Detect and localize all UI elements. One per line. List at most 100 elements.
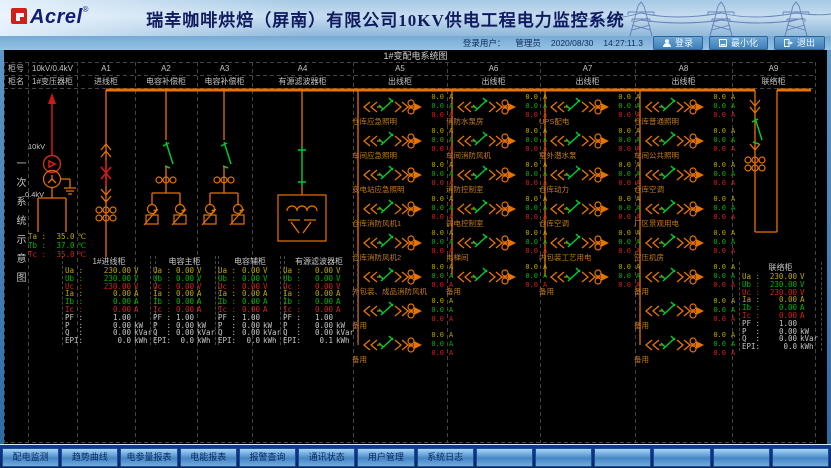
row-header: 柜号 (4, 62, 28, 75)
feeder-label: 变电站应急照明 (352, 184, 405, 195)
nav-button-2[interactable]: 趋势曲线 (61, 448, 118, 467)
feeder-current-b: 0.0A (426, 340, 453, 349)
feeder-current-a: 0.0A (520, 263, 547, 272)
feeder-current-a: 0.0A (708, 161, 735, 170)
panel-row: EPI:0.0kWh (153, 337, 216, 345)
feeder-current-a: 0.0A (613, 161, 640, 170)
feeder-branch (640, 332, 706, 358)
col-id-transformer: 10kV/0.4kV (28, 62, 77, 75)
app-title: 瑞幸咖啡烘焙（屏南）有限公司10KV供电工程电力监控系统 (0, 6, 771, 31)
measure-panel: 1#进线柜Ua :230.00VUb :230.00VUc :230.00VIa… (62, 256, 156, 345)
nav-button-empty[interactable] (653, 448, 710, 467)
minimize-button-label: 最小化 (731, 37, 758, 49)
transformer-temps: Ta : 35.0℃Tb : 37.0℃Tc : 35.0℃ (28, 232, 86, 259)
feeder-branch (545, 264, 611, 290)
feeder-label: 仓库普通照明 (634, 116, 679, 127)
col-name: 1#变压器柜 (28, 75, 77, 88)
nav-button-6[interactable]: 通讯状态 (298, 448, 355, 467)
time-text: 14:27:11.3 (603, 38, 643, 48)
exit-icon (784, 39, 793, 47)
bottom-navbar: 配电监测趋势曲线电参量报表电能报表报警查询通讯状态用户管理系统日志 (0, 444, 831, 468)
nav-button-empty[interactable] (713, 448, 770, 467)
login-user-value: 管理员 (515, 37, 541, 49)
feeder-label: 仓库消防风机1 (352, 218, 401, 229)
feeder-current-c: 0.0A (708, 315, 735, 324)
nav-button-empty[interactable] (594, 448, 651, 467)
feeder-current-c: 0.0A (708, 213, 735, 222)
feeder-branch-icon (358, 332, 424, 358)
login-button-label: 登录 (675, 37, 693, 49)
feeder-current-b: 0.0A (426, 170, 453, 179)
date-text: 2020/08/30 (551, 38, 594, 48)
feeder-label: 厂区景观用电 (634, 218, 679, 229)
nav-button-4[interactable]: 电能报表 (180, 448, 237, 467)
feeder-label: 室外潜水泵 (539, 150, 577, 161)
col-name: 联络柜 (732, 75, 815, 88)
feeder-branch (640, 264, 706, 290)
feeder-label: 备用 (634, 320, 649, 331)
feeder-branch-icon (452, 264, 518, 290)
nav-button-5[interactable]: 报警查询 (239, 448, 296, 467)
feeder-label: 电梯间 (446, 252, 469, 263)
nav-button-empty[interactable] (772, 448, 829, 467)
feeder-label: 仓库空调 (634, 184, 664, 195)
minimize-button[interactable]: 最小化 (709, 36, 768, 50)
measure-panel: 联络柜Ua :230.00VUb :230.00VUc :230.00VIa :… (739, 262, 822, 351)
feeder-label: 车间应急照明 (352, 150, 397, 161)
login-button[interactable]: 登录 (653, 36, 703, 50)
feeder-current-a: 0.0A (708, 263, 735, 272)
feeder-current-c: 0.0A (708, 145, 735, 154)
nav-button-7[interactable]: 用户管理 (357, 448, 414, 467)
feeder-current-c: 0.0A (426, 315, 453, 324)
page-title: 1#变配电系统图 (0, 50, 831, 62)
feeder-label: 消防水泵房 (446, 116, 484, 127)
feeder-current-a: 0.0A (520, 161, 547, 170)
feeder-current-a: 0.0A (708, 297, 735, 306)
feeder-current-b: 0.0A (708, 170, 735, 179)
nav-button-8[interactable]: 系统日志 (417, 448, 474, 467)
feeder-label: 仓库应急照明 (352, 116, 397, 127)
panel-row: EPI:0.0kWh (742, 343, 819, 351)
feeder-current-b: 0.0A (520, 170, 547, 179)
feeder-current-c: 0.0A (708, 281, 735, 290)
feeder-current-a: 0.0A (613, 127, 640, 136)
feeder-current-b: 0.0A (426, 272, 453, 281)
feeder-current-a: 0.0A (426, 331, 453, 340)
lv-voltage-label: 0.4kV (25, 190, 44, 199)
feeder-current-a: 0.0A (426, 263, 453, 272)
feeder-label: 备用 (634, 286, 649, 297)
single-line-diagram: 柜号柜名10kV/0.4kV1#变压器柜A1进线柜A2电容补偿柜A3电容补偿柜A… (4, 62, 827, 444)
feeder-label: 仓库空调 (539, 218, 569, 229)
feeder-current-b: 0.0A (426, 204, 453, 213)
banner: Acrel ® 瑞幸咖啡烘焙（屏南）有限公司10KV供电工程电力监控系统 (0, 0, 831, 36)
feeder-label: 备用 (446, 286, 461, 297)
col-id-a7: A7 (540, 62, 635, 75)
feeder-branch-icon (358, 298, 424, 324)
feeder-label: 车间消防风机 (446, 150, 491, 161)
feeder-label: 备用 (634, 354, 649, 365)
feeder-current-a: 0.0A (426, 127, 453, 136)
nav-button-empty[interactable] (476, 448, 533, 467)
feeder-current-b: 0.0A (613, 136, 640, 145)
feeder-readings: 0.0A0.0A0.0A (708, 331, 735, 358)
nav-button-1[interactable]: 配电监测 (2, 448, 59, 467)
feeder-current-b: 0.0A (426, 238, 453, 247)
feeder-current-a: 0.0A (613, 93, 640, 102)
feeder-branch (640, 298, 706, 324)
feeder-current-c: 0.0A (708, 111, 735, 120)
col-id-a3: A3 (197, 62, 252, 75)
feeder-current-b: 0.0A (520, 272, 547, 281)
feeder-branch-icon (545, 264, 611, 290)
feeder-current-a: 0.0A (426, 229, 453, 238)
nav-button-3[interactable]: 电参量报表 (120, 448, 177, 467)
col-name: 进线柜 (77, 75, 135, 88)
feeder-branch (452, 264, 518, 290)
feeder-label: 仓库消防风机2 (352, 252, 401, 263)
nav-button-empty[interactable] (535, 448, 592, 467)
window-frame-right (827, 50, 831, 444)
exit-button[interactable]: 退出 (774, 36, 825, 50)
feeder-readings: 0.0A0.0A0.0A (708, 195, 735, 222)
feeder-current-c: 0.0A (708, 247, 735, 256)
feeder-current-c: 0.0A (708, 349, 735, 358)
feeder-current-c: 0.0A (426, 349, 453, 358)
